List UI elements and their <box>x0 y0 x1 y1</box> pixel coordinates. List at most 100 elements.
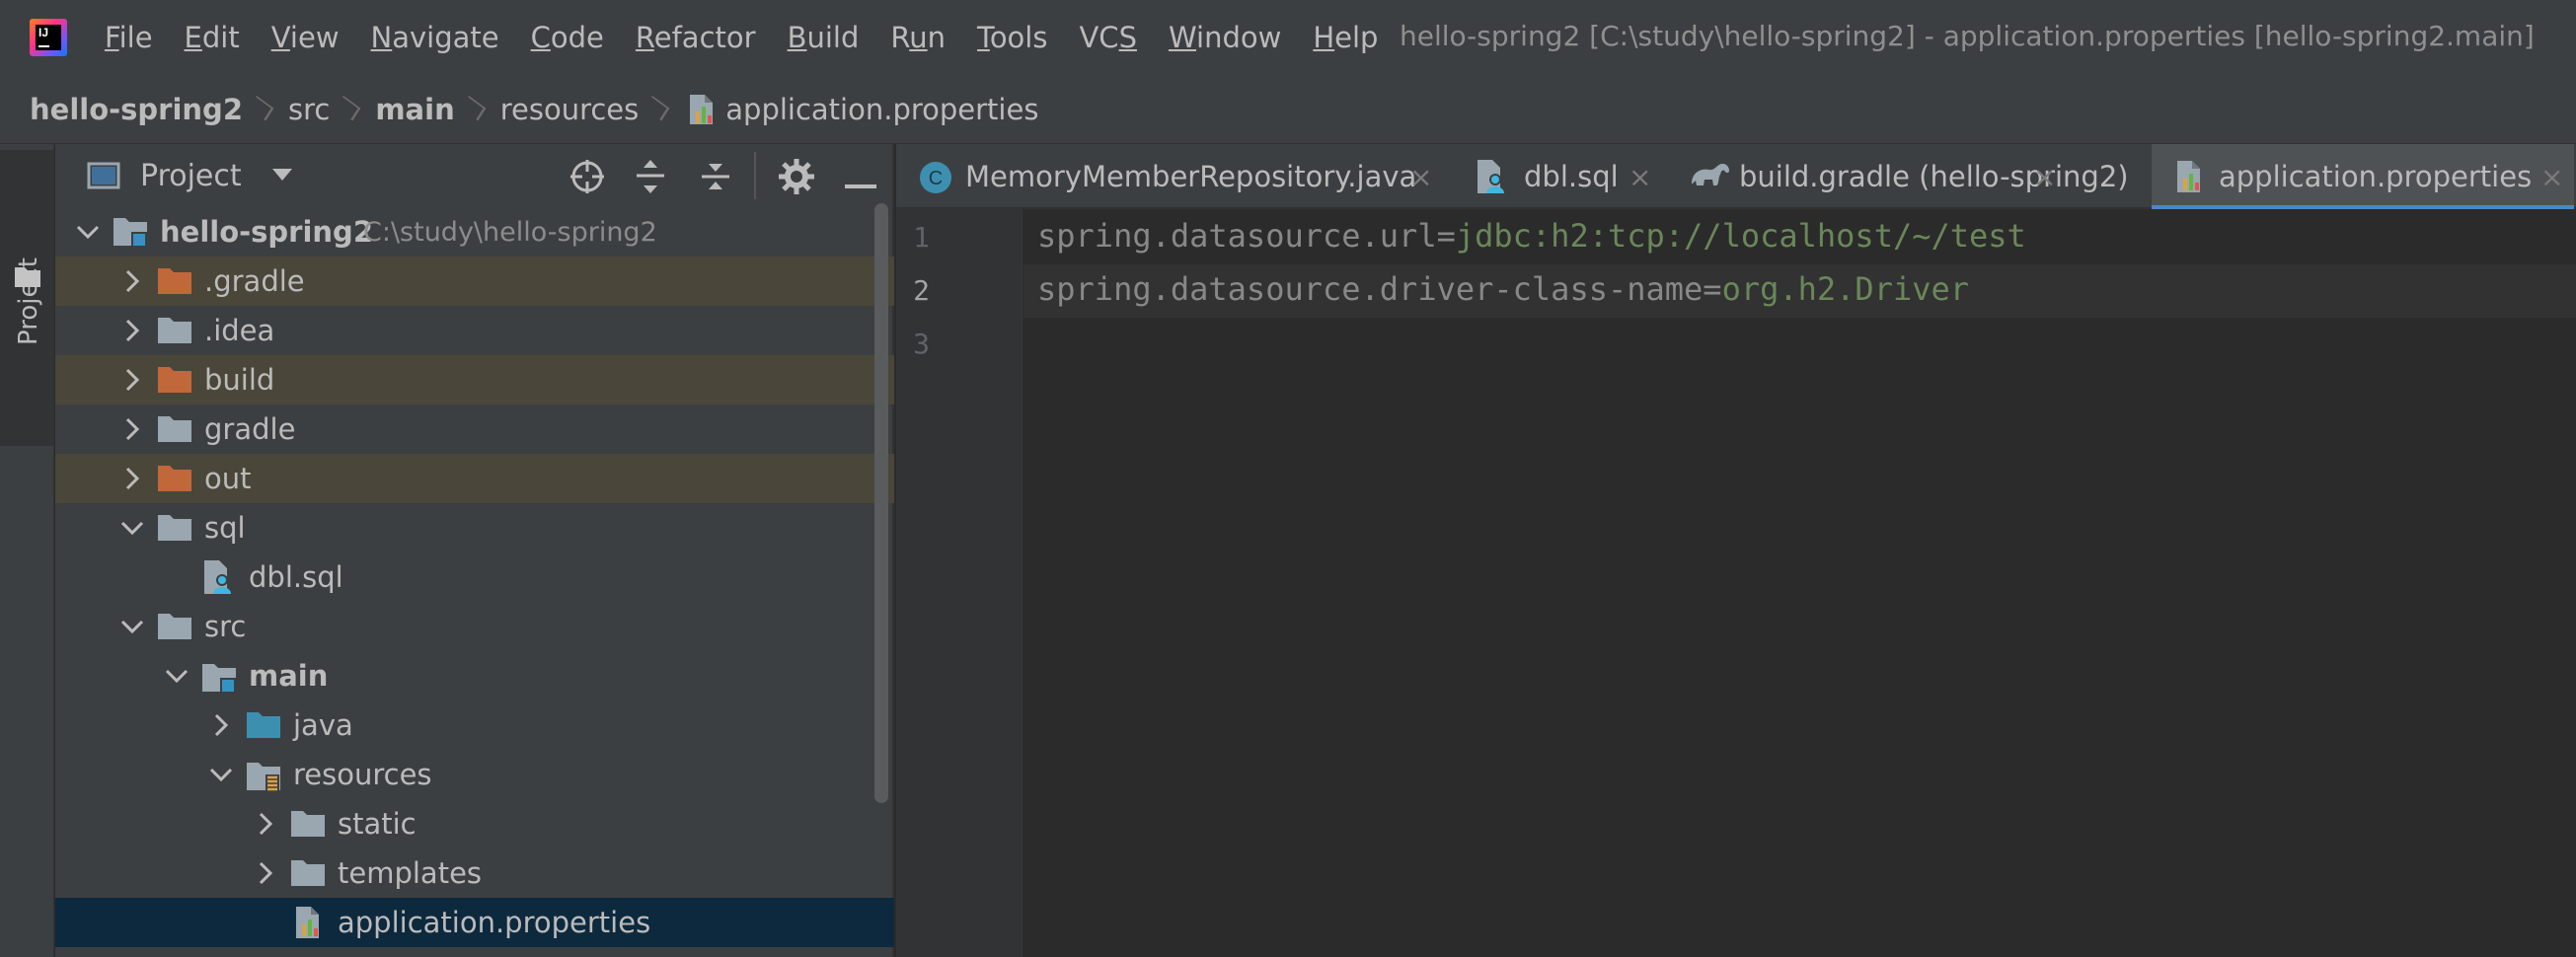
tree-item-label: templates <box>338 856 483 890</box>
tree-row[interactable]: application.properties <box>55 898 894 947</box>
collapse-all-icon[interactable] <box>699 158 732 199</box>
breadcrumb-file[interactable]: application.properties <box>725 93 1038 126</box>
properties-file-icon <box>290 904 326 945</box>
chevron-right-icon[interactable] <box>117 316 147 345</box>
sql-file-icon <box>201 558 235 600</box>
properties-file-icon <box>684 92 720 127</box>
settings-icon[interactable] <box>778 158 815 199</box>
menu-item[interactable]: Code <box>531 21 604 54</box>
close-icon[interactable]: × <box>1409 161 1432 193</box>
breadcrumb-resources[interactable]: resources <box>500 93 640 126</box>
project-panel-title[interactable]: Project <box>140 159 242 193</box>
tree-row[interactable]: build <box>55 355 894 405</box>
tree-root-row[interactable]: hello-spring2 C:\study\hello-spring2 <box>55 207 894 257</box>
locate-icon[interactable] <box>568 158 606 199</box>
tab-dbl-sql[interactable]: dbl.sql × <box>1447 144 1670 209</box>
menu-item[interactable]: Refactor <box>636 21 756 54</box>
chevron-right-icon[interactable] <box>117 464 147 493</box>
folder-icon <box>157 612 192 645</box>
source-folder-icon <box>246 710 281 744</box>
breadcrumb-separator-icon <box>343 92 361 127</box>
chevron-right-icon[interactable] <box>206 710 236 740</box>
folder-icon <box>290 858 326 892</box>
breadcrumb-project[interactable]: hello-spring2 <box>30 93 243 126</box>
tree-row[interactable]: gradle <box>55 405 894 454</box>
menu-item[interactable]: View <box>271 21 340 54</box>
tree-row[interactable]: .idea <box>55 306 894 355</box>
tree-item-label: .gradle <box>204 264 305 298</box>
code-line-1[interactable]: spring.datasource.url=jdbc:h2:tcp://loca… <box>1037 217 2026 255</box>
chevron-right-icon[interactable] <box>117 365 147 395</box>
tab-build-gradle[interactable]: build.gradle (hello-spring2) × <box>1670 144 2129 209</box>
chevron-right-icon[interactable] <box>251 858 280 888</box>
menu-item[interactable]: VCS <box>1079 21 1137 54</box>
chevron-down-icon[interactable] <box>117 612 147 641</box>
tree-row[interactable]: src <box>55 602 894 651</box>
chevron-down-icon[interactable] <box>206 760 236 789</box>
tree-row[interactable]: static <box>55 799 894 848</box>
project-panel-header: Project <box>55 144 894 207</box>
chevron-right-icon[interactable] <box>117 266 147 296</box>
chevron-right-icon[interactable] <box>117 414 147 444</box>
breadcrumb-separator-icon <box>652 92 670 127</box>
close-icon[interactable]: × <box>1629 161 1651 193</box>
tree-row[interactable]: java <box>55 700 894 750</box>
editor-text-area[interactable]: spring.datasource.url=jdbc:h2:tcp://loca… <box>1023 209 2576 957</box>
menu-item[interactable]: Build <box>788 21 860 54</box>
tab-application-properties[interactable]: application.properties × <box>2152 144 2574 211</box>
excluded-folder-icon <box>157 365 192 399</box>
close-icon[interactable]: × <box>2540 161 2563 193</box>
hide-icon[interactable] <box>845 174 876 192</box>
tree-item-label: application.properties <box>338 906 651 939</box>
tree-row[interactable]: resources <box>55 750 894 799</box>
tree-item-label: gradle <box>204 412 296 446</box>
tree-row[interactable]: templates <box>55 848 894 898</box>
folder-icon <box>157 316 192 349</box>
tree-item-label: main <box>249 659 329 693</box>
toolbar-divider <box>754 152 756 199</box>
menu-item[interactable]: Window <box>1169 21 1281 54</box>
menu-item[interactable]: File <box>105 21 153 54</box>
svg-text:C: C <box>929 168 943 189</box>
window-title: hello-spring2 [C:\study\hello-spring2] -… <box>1400 20 2535 52</box>
expand-all-icon[interactable] <box>634 158 667 199</box>
java-class-icon: C <box>918 160 953 199</box>
tree-row[interactable]: sql <box>55 503 894 552</box>
chevron-right-icon[interactable] <box>251 809 280 839</box>
close-icon[interactable]: × <box>2033 161 2056 193</box>
menu-item[interactable]: Run <box>890 21 946 54</box>
tree-item-label: src <box>204 610 247 643</box>
menu-item[interactable]: Edit <box>185 21 240 54</box>
tree-item-label: resources <box>293 758 432 791</box>
breadcrumb-src[interactable]: src <box>288 93 330 126</box>
tree-scrollbar[interactable] <box>874 203 888 803</box>
code-line-2[interactable]: spring.datasource.driver-class-name=org.… <box>1037 270 1969 308</box>
breadcrumb-main[interactable]: main <box>375 93 454 126</box>
intellij-logo-icon[interactable]: IJ <box>30 19 67 56</box>
menu-item[interactable]: Help <box>1313 21 1378 54</box>
resources-folder-icon <box>246 760 281 797</box>
menu-item[interactable]: Tools <box>977 21 1047 54</box>
tree-item-label: java <box>293 708 353 742</box>
line-number: 1 <box>913 221 930 254</box>
tree-row[interactable]: dbl.sql <box>55 552 894 602</box>
tab-label: application.properties <box>2219 160 2533 193</box>
menu-bar: IJ File Edit View Navigate Code Refactor Build… <box>0 0 2576 75</box>
view-dropdown-icon[interactable] <box>271 167 293 185</box>
tree-item-label: out <box>204 462 252 495</box>
tree-item-label: build <box>204 363 275 397</box>
tree-row[interactable]: .gradle <box>55 257 894 306</box>
menu-item[interactable]: Navigate <box>371 21 499 54</box>
navigation-breadcrumb: hello-spring2 src main resources applica… <box>0 75 2576 144</box>
sql-file-icon <box>1475 158 1508 199</box>
tab-memory-member-repository[interactable]: C MemoryMemberRepository.java × <box>896 144 1432 209</box>
tab-label: MemoryMemberRepository.java <box>965 160 1417 193</box>
tree-item-label: dbl.sql <box>249 560 343 594</box>
module-folder-icon <box>113 215 148 253</box>
chevron-down-icon[interactable] <box>162 661 191 691</box>
chevron-down-icon[interactable] <box>73 217 103 247</box>
chevron-down-icon[interactable] <box>117 513 147 543</box>
tree-row[interactable]: main <box>55 651 894 700</box>
tree-row[interactable]: out <box>55 454 894 503</box>
project-tool-window-button[interactable]: Project <box>0 150 54 446</box>
